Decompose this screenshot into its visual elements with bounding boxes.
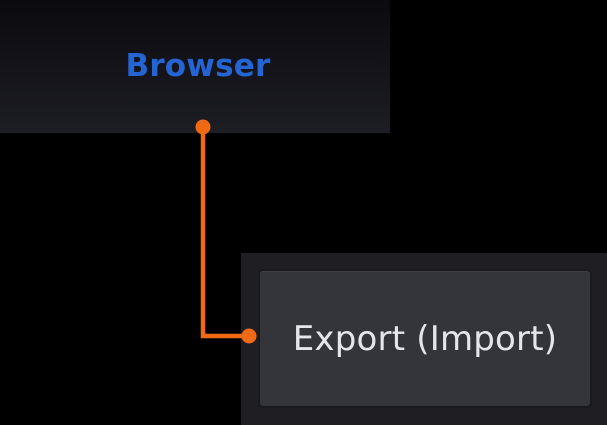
export-import-button-label: Export (Import) <box>292 318 558 359</box>
browser-label[interactable]: Browser <box>0 46 396 86</box>
export-import-button[interactable]: Export (Import) <box>258 269 592 408</box>
